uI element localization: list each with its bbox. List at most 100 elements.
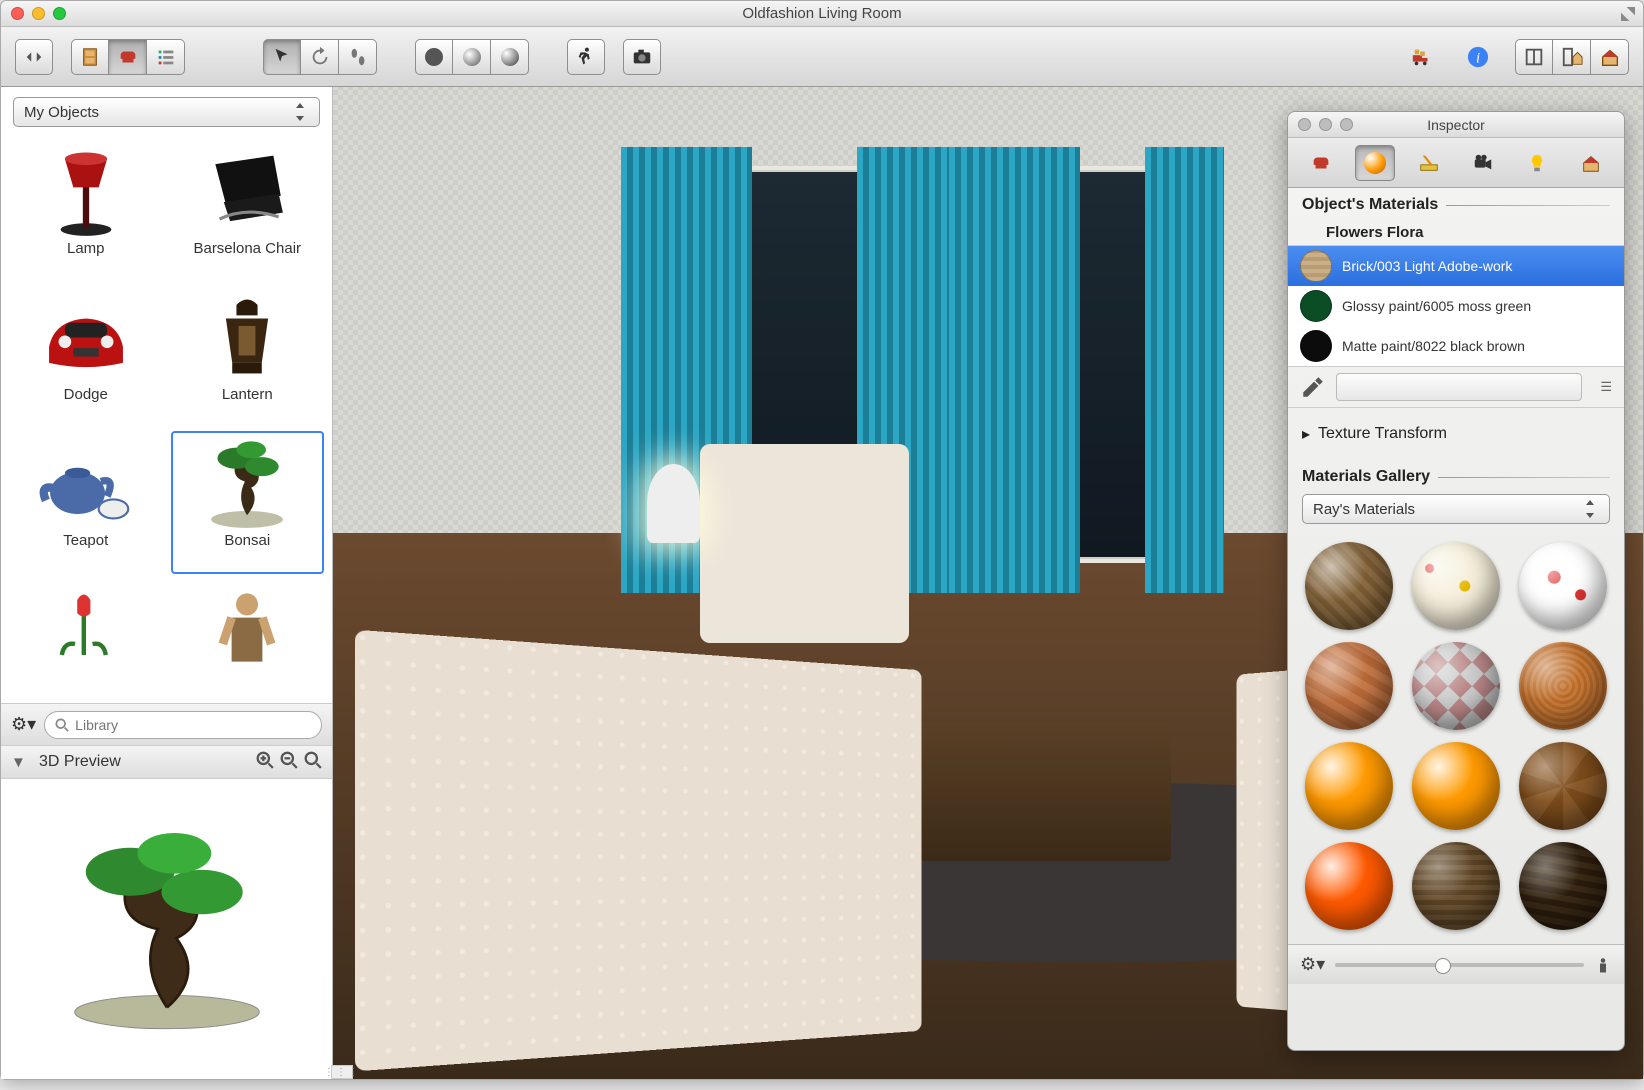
view-3d-button[interactable] xyxy=(1591,39,1629,75)
inspector-tab-lights[interactable] xyxy=(1517,145,1557,181)
library-item-label: Dodge xyxy=(64,386,108,403)
human-scale-icon[interactable] xyxy=(1594,956,1612,974)
texture-transform-toggle[interactable]: ▸ Texture Transform xyxy=(1288,408,1624,460)
search-icon xyxy=(55,718,69,732)
circle-filled-icon xyxy=(425,48,443,66)
inspector-tab-object[interactable] xyxy=(1301,145,1341,181)
material-swatch[interactable] xyxy=(1305,542,1393,630)
library-item-person[interactable] xyxy=(171,576,325,701)
library-search[interactable] xyxy=(44,711,322,739)
lightbulb-icon xyxy=(1526,152,1548,174)
library-item-barselona-chair[interactable]: Barselona Chair xyxy=(171,139,325,283)
zoom-window-button[interactable] xyxy=(53,7,66,20)
inspector-panel: Inspector Object's Materials Flowers Flo… xyxy=(1287,111,1625,1051)
quality-low-button[interactable] xyxy=(415,39,453,75)
thumbnail-size-slider[interactable] xyxy=(1335,963,1584,967)
svg-text:i: i xyxy=(1476,50,1480,66)
warehouse-button[interactable] xyxy=(1403,39,1441,75)
circle-shaded-icon xyxy=(463,48,481,66)
minimize-window-button[interactable] xyxy=(32,7,45,20)
library-item-label: Lamp xyxy=(67,240,105,257)
material-row[interactable]: Brick/003 Light Adobe-work xyxy=(1288,246,1624,286)
preview-canvas[interactable] xyxy=(1,779,332,1079)
toggle-sidebar-button[interactable] xyxy=(15,39,53,75)
quality-med-button[interactable] xyxy=(453,39,491,75)
list-tab-button[interactable] xyxy=(147,39,185,75)
library-item-lamp[interactable]: Lamp xyxy=(9,139,163,283)
house-3d-icon xyxy=(1599,46,1621,68)
material-row[interactable]: Matte paint/8022 black brown xyxy=(1288,326,1624,366)
fullscreen-icon[interactable] xyxy=(1621,7,1635,21)
materials-gallery-header: Materials Gallery xyxy=(1288,460,1624,490)
preview-disclosure-toggle[interactable]: ▼ xyxy=(11,754,31,771)
material-swatch[interactable] xyxy=(1305,742,1393,830)
library-search-input[interactable] xyxy=(75,717,311,733)
inspector-tab-building[interactable] xyxy=(1571,145,1611,181)
furniture-tab-button[interactable] xyxy=(71,39,109,75)
material-swatch[interactable] xyxy=(1412,842,1500,930)
material-swatch[interactable] xyxy=(1305,642,1393,730)
preview-header: ▼ 3D Preview xyxy=(1,745,332,779)
walkthrough-button[interactable] xyxy=(567,39,605,75)
walk-tool-button[interactable] xyxy=(339,39,377,75)
material-swatch[interactable] xyxy=(1412,642,1500,730)
coffee-table-object xyxy=(883,722,1171,861)
rotate-tool-button[interactable] xyxy=(301,39,339,75)
materials-gallery-selected: Ray's Materials xyxy=(1313,501,1415,518)
close-window-button[interactable] xyxy=(11,7,24,20)
info-button[interactable]: i xyxy=(1459,39,1497,75)
material-swatch[interactable] xyxy=(1519,642,1607,730)
selected-object-name: Flowers Flora xyxy=(1288,218,1624,245)
divider xyxy=(1446,205,1610,206)
library-category-select[interactable]: My Objects xyxy=(13,97,320,127)
inspector-minimize-button[interactable] xyxy=(1319,118,1332,131)
library-item-teapot[interactable]: Teapot xyxy=(9,431,163,575)
zoom-fit-button[interactable] xyxy=(304,751,322,774)
zoom-out-button[interactable] xyxy=(280,751,298,774)
inspector-tab-materials[interactable] xyxy=(1355,145,1395,181)
material-name-field[interactable] xyxy=(1336,373,1582,401)
inspector-zoom-button[interactable] xyxy=(1340,118,1353,131)
zoom-in-button[interactable] xyxy=(256,751,274,774)
materials-gallery-select[interactable]: Ray's Materials xyxy=(1302,494,1610,524)
zoom-in-icon xyxy=(256,751,274,769)
snapshot-button[interactable] xyxy=(623,39,661,75)
section-title: Materials Gallery xyxy=(1302,468,1430,486)
material-swatch[interactable] xyxy=(1305,842,1393,930)
material-menu-button[interactable]: ☰ xyxy=(1592,379,1612,395)
library-item-dodge[interactable]: Dodge xyxy=(9,285,163,429)
select-tool-button[interactable] xyxy=(263,39,301,75)
app-window: Oldfashion Living Room xyxy=(0,0,1644,1080)
inspector-close-button[interactable] xyxy=(1298,118,1311,131)
material-swatch[interactable] xyxy=(1412,542,1500,630)
material-row[interactable]: Glossy paint/6005 moss green xyxy=(1288,286,1624,326)
zoom-fit-icon xyxy=(304,751,322,769)
view-split-button[interactable] xyxy=(1553,39,1591,75)
material-swatch[interactable] xyxy=(1412,742,1500,830)
sidebar-resize-grip[interactable]: ⋮⋮⋮ xyxy=(331,1065,353,1079)
list-icon xyxy=(155,46,177,68)
rotate-icon xyxy=(309,46,331,68)
library-item-bonsai[interactable]: Bonsai xyxy=(171,431,325,575)
material-swatch[interactable] xyxy=(1519,842,1607,930)
view-mode-segment xyxy=(1515,39,1629,75)
material-swatch[interactable] xyxy=(1519,742,1607,830)
inspector-tab-dimensions[interactable] xyxy=(1409,145,1449,181)
sofa-object xyxy=(355,630,921,1071)
inspector-tab-camera[interactable] xyxy=(1463,145,1503,181)
camera-icon xyxy=(631,46,653,68)
inspector-window-controls xyxy=(1298,118,1353,131)
view-2d-button[interactable] xyxy=(1515,39,1553,75)
gallery-gear-button[interactable]: ⚙︎▾ xyxy=(1300,954,1325,975)
lamp-object xyxy=(647,464,699,662)
seating-tab-button[interactable] xyxy=(109,39,147,75)
updown-arrows-icon xyxy=(291,103,309,121)
eyedropper-icon[interactable] xyxy=(1300,374,1326,400)
texture-transform-label: Texture Transform xyxy=(1318,425,1447,443)
quality-high-button[interactable] xyxy=(491,39,529,75)
library-gear-button[interactable]: ⚙︎▾ xyxy=(11,714,36,735)
library-item-tulip[interactable] xyxy=(9,576,163,701)
material-swatch[interactable] xyxy=(1519,542,1607,630)
plan-2d-icon xyxy=(1523,46,1545,68)
library-item-lantern[interactable]: Lantern xyxy=(171,285,325,429)
